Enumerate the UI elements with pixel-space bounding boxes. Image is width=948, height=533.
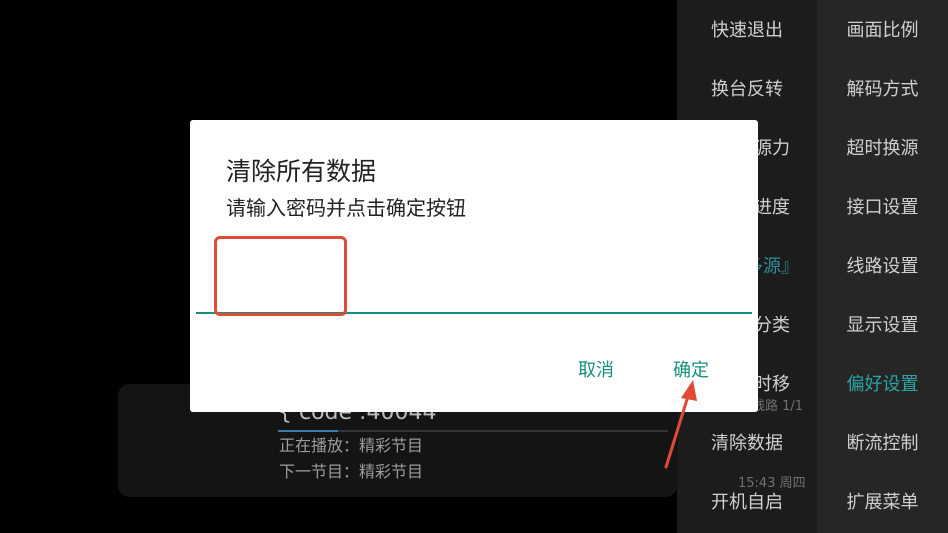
menu-item-quick-exit[interactable]: 快速退出 (677, 1, 817, 60)
clock-text: 15:43 周四 (738, 476, 806, 491)
menu-item-preferences[interactable]: 偏好设置 (817, 355, 948, 414)
next-program-text: 下一节目：精彩节目 (279, 462, 424, 481)
menu-item-aspect-ratio[interactable]: 画面比例 (817, 1, 948, 60)
dialog-title: 清除所有数据 (226, 157, 377, 186)
cancel-button[interactable]: 取消 (578, 356, 614, 382)
menu-item-channel-reverse[interactable]: 换台反转 (677, 60, 817, 119)
menu-item-timeout-switch[interactable]: 超时换源 (817, 119, 948, 178)
menu-item-clear-data[interactable]: 清除数据 (677, 414, 817, 473)
menu-item-interface-settings[interactable]: 接口设置 (817, 178, 948, 237)
progress-line (278, 430, 668, 432)
menu-item-route-settings[interactable]: 线路设置 (817, 237, 948, 296)
settings-menu-right: 画面比例 解码方式 超时换源 接口设置 线路设置 显示设置 偏好设置 断流控制 … (817, 0, 948, 533)
input-highlight-box (214, 236, 347, 316)
menu-item-display-settings[interactable]: 显示设置 (817, 296, 948, 355)
dialog-message: 请输入密码并点击确定按钮 (226, 196, 466, 220)
confirm-button[interactable]: 确定 (673, 356, 709, 382)
menu-item-extension-menu[interactable]: 扩展菜单 (817, 473, 948, 532)
now-playing-text: 正在播放：精彩节目 (279, 436, 424, 455)
route-indicator: 线路 1/1 (752, 399, 804, 414)
menu-item-stream-control[interactable]: 断流控制 (817, 414, 948, 473)
menu-item-decode-mode[interactable]: 解码方式 (817, 60, 948, 119)
